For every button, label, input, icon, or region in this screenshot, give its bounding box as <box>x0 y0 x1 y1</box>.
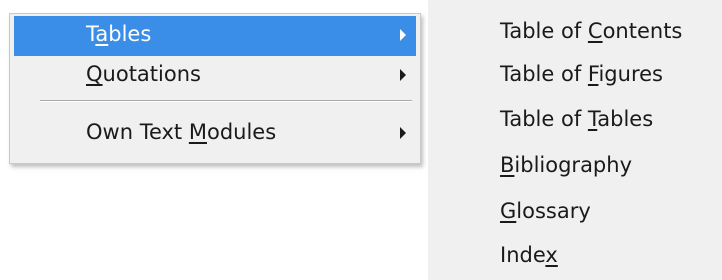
submenu-item-label: Table of Contents <box>500 19 683 43</box>
access-key: F <box>587 62 599 86</box>
screen: Tables Quotations Own Text Modules Table… <box>0 0 722 280</box>
submenu-item-label: Table of Tables <box>500 107 654 131</box>
context-menu: Tables Quotations Own Text Modules <box>9 13 421 164</box>
menu-item-own-text-modules[interactable]: Own Text Modules <box>14 114 416 154</box>
menu-item-tables[interactable]: Tables <box>14 16 416 56</box>
submenu-item-glossary[interactable]: Glossary <box>428 192 722 234</box>
chevron-right-icon <box>400 29 406 41</box>
submenu-item-label: Bibliography <box>500 153 633 177</box>
menu-separator <box>40 100 412 102</box>
submenu-item-table-of-figures[interactable]: Table of Figures <box>428 55 722 97</box>
submenu-item-table-of-contents[interactable]: Table of Contents <box>428 12 722 54</box>
menu-item-quotations[interactable]: Quotations <box>14 56 416 96</box>
submenu-item-label: Table of Figures <box>500 62 663 86</box>
access-key: M <box>188 120 207 144</box>
menu-item-label: Tables <box>86 22 152 46</box>
submenu-item-bibliography[interactable]: Bibliography <box>428 146 722 188</box>
access-key: a <box>95 22 109 46</box>
menu-item-label: Quotations <box>86 62 201 86</box>
access-key: x <box>545 243 558 267</box>
access-key: G <box>500 199 517 223</box>
access-key: B <box>500 153 515 177</box>
submenu-item-label: Glossary <box>500 199 591 223</box>
menu-item-label: Own Text Modules <box>86 120 277 144</box>
submenu-tables: Table of Contents Table of Figures Table… <box>428 0 722 280</box>
chevron-right-icon <box>400 69 406 81</box>
access-key: T <box>587 107 598 131</box>
submenu-item-index[interactable]: Index <box>428 236 722 278</box>
access-key: C <box>587 19 603 43</box>
chevron-right-icon <box>400 127 406 139</box>
access-key: Q <box>86 62 103 86</box>
submenu-item-label: Index <box>500 243 558 267</box>
submenu-item-table-of-tables[interactable]: Table of Tables <box>428 100 722 142</box>
